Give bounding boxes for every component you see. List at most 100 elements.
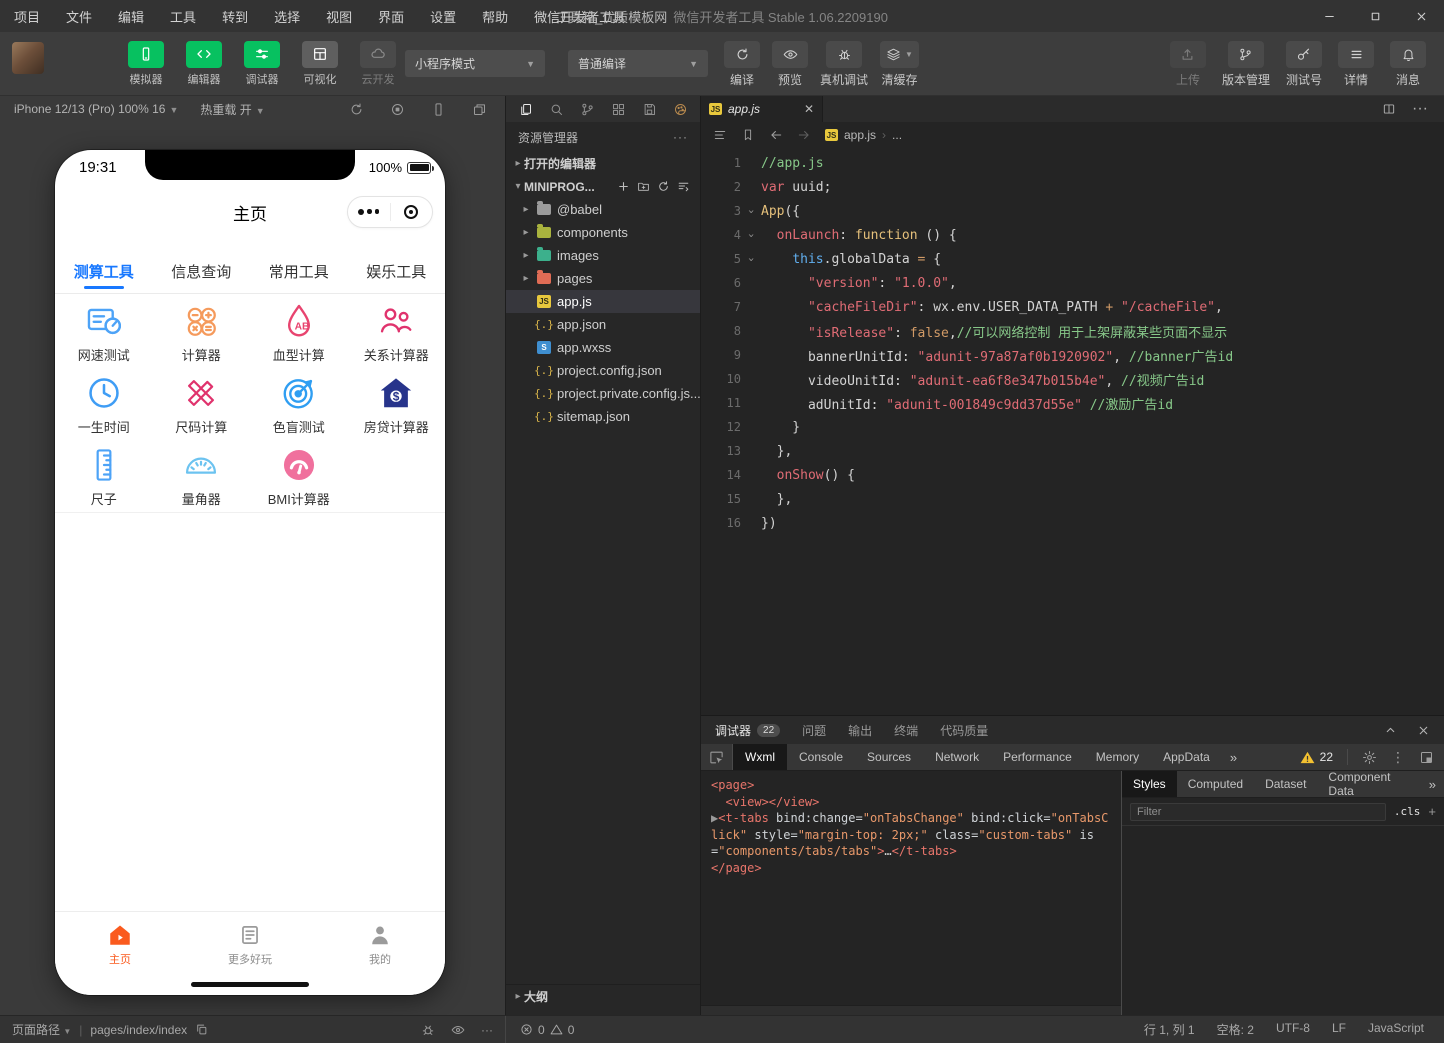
tool-item-6[interactable]: 色盲测试 (250, 370, 348, 440)
tool-item-2[interactable]: AB 血型计算 (250, 298, 348, 368)
tab-close-icon[interactable]: ✕ (804, 102, 814, 116)
rotate-icon[interactable] (349, 102, 364, 117)
compile-select-dropdown[interactable]: 普通编译▼ (568, 50, 708, 77)
toolbar-right-action-4[interactable]: 消息 (1390, 41, 1426, 88)
sim-tab-3[interactable]: 娱乐工具 (348, 250, 446, 293)
menu-item-6[interactable]: 视图 (326, 7, 352, 26)
mode-button-4[interactable]: 云开发 (354, 41, 402, 87)
sim-tab-0[interactable]: 测算工具 (55, 250, 153, 293)
close-panel-icon[interactable] (1417, 724, 1430, 737)
inspect-element-icon[interactable] (709, 750, 724, 765)
debugger-panel-tab-0[interactable]: 调试器22 (715, 722, 780, 739)
sim-tab-1[interactable]: 信息查询 (153, 250, 251, 293)
code-editor[interactable]: 1 //app.js 2 var uuid; 3 › App({ 4 › onL… (701, 151, 1444, 551)
file-row-app.wxss[interactable]: S app.wxss (506, 336, 700, 359)
devtools-tab-wxml[interactable]: Wxml (733, 744, 787, 770)
wxml-node-0[interactable]: <page> (711, 777, 1111, 794)
toolbar-right-action-0[interactable]: 上传 (1170, 41, 1206, 88)
fold-chevron-icon[interactable]: › (741, 229, 761, 242)
toolbar-right-action-1[interactable]: 版本管理 (1222, 41, 1270, 88)
debugger-panel-tab-2[interactable]: 输出 (848, 722, 872, 739)
project-section[interactable]: ▾ MINIPROG... (506, 175, 700, 198)
debugger-panel-tab-1[interactable]: 问题 (802, 722, 826, 739)
menu-item-7[interactable]: 界面 (378, 7, 404, 26)
menu-item-4[interactable]: 转到 (222, 7, 248, 26)
tool-item-4[interactable]: 一生时间 (55, 370, 153, 440)
menu-item-5[interactable]: 选择 (274, 7, 300, 26)
file-row-project.private.config.js...[interactable]: {.} project.private.config.js... (506, 382, 700, 405)
toolbar-right-action-2[interactable]: 测试号 (1286, 41, 1322, 88)
fold-chevron-icon[interactable]: › (741, 205, 761, 218)
tool-item-8[interactable]: 尺子 (55, 442, 153, 512)
devtools-tab-sources[interactable]: Sources (855, 744, 923, 770)
tabbar-item-0[interactable]: 主页 (55, 912, 185, 995)
record-icon[interactable] (390, 102, 405, 117)
styles-tab-dataset[interactable]: Dataset (1254, 771, 1317, 797)
split-editor-icon[interactable] (1382, 102, 1396, 116)
menu-item-8[interactable]: 设置 (430, 7, 456, 26)
mode-button-2[interactable]: 调试器 (238, 41, 286, 87)
maximize-button[interactable] (1352, 0, 1398, 32)
toolbar-action-1[interactable]: 预览 (772, 41, 808, 88)
cursor-position[interactable]: 行 1, 列 1 (1144, 1021, 1195, 1038)
capsule-close-button[interactable] (391, 205, 433, 219)
mode-button-1[interactable]: 编辑器 (180, 41, 228, 87)
devtools-tab-memory[interactable]: Memory (1084, 744, 1151, 770)
gear-icon[interactable] (1362, 750, 1377, 765)
tool-item-0[interactable]: 网速测试 (55, 298, 153, 368)
nav-forward-icon[interactable] (797, 128, 811, 142)
user-avatar[interactable] (12, 42, 44, 74)
tabbar-item-2[interactable]: 我的 (315, 912, 445, 995)
file-row-images[interactable]: ▸ images (506, 244, 700, 267)
collapse-all-icon[interactable] (677, 180, 690, 193)
sim-tab-2[interactable]: 常用工具 (250, 250, 348, 293)
search-icon[interactable] (549, 102, 564, 117)
tool-item-10[interactable]: BMI计算器 (250, 442, 348, 512)
multi-window-icon[interactable] (472, 102, 487, 117)
filter-input[interactable] (1130, 803, 1386, 821)
more-tabs-icon[interactable]: » (1222, 750, 1245, 765)
bug-icon[interactable] (421, 1023, 435, 1037)
menu-item-1[interactable]: 文件 (66, 7, 92, 26)
tool-item-5[interactable]: 尺码计算 (153, 370, 251, 440)
refresh-icon[interactable] (657, 180, 670, 193)
hot-reload-toggle[interactable]: 热重载 开▼ (200, 101, 264, 118)
editor-more-button[interactable]: ··· (1412, 100, 1428, 118)
eol[interactable]: LF (1332, 1021, 1346, 1038)
wxml-node-3[interactable]: </page> (711, 860, 1111, 877)
minimize-button[interactable] (1306, 0, 1352, 32)
devtools-tab-appdata[interactable]: AppData (1151, 744, 1222, 770)
phone-frame-icon[interactable] (431, 102, 446, 117)
fold-chevron-icon[interactable]: › (741, 253, 761, 266)
save-all-icon[interactable] (642, 102, 657, 117)
file-row-pages[interactable]: ▸ pages (506, 267, 700, 290)
toolbar-action-2[interactable]: 真机调试 (820, 41, 868, 88)
toolbar-action-3[interactable]: ▼ 清缓存 (880, 41, 919, 88)
language-mode[interactable]: JavaScript (1368, 1021, 1424, 1038)
new-file-icon[interactable] (617, 180, 630, 193)
cls-button[interactable]: .cls (1394, 805, 1421, 818)
mode-select-dropdown[interactable]: 小程序模式▼ (405, 50, 545, 77)
capsule-more-button[interactable] (348, 209, 390, 215)
copy-icon[interactable] (195, 1023, 208, 1036)
bookmark-icon[interactable] (741, 128, 755, 142)
tool-item-9[interactable]: 量角器 (153, 442, 251, 512)
collapse-panel-icon[interactable] (1384, 724, 1397, 737)
dock-icon[interactable] (1419, 750, 1434, 765)
encoding[interactable]: UTF-8 (1276, 1021, 1310, 1038)
file-row-@babel[interactable]: ▸ @babel (506, 198, 700, 221)
menu-item-9[interactable]: 帮助 (482, 7, 508, 26)
open-editors-section[interactable]: ▸ 打开的编辑器 (506, 152, 700, 175)
devtools-tab-console[interactable]: Console (787, 744, 855, 770)
file-row-app.json[interactable]: {.} app.json (506, 313, 700, 336)
debugger-panel-tab-4[interactable]: 代码质量 (940, 722, 988, 739)
file-row-project.config.json[interactable]: {.} project.config.json (506, 359, 700, 382)
git-branch-icon[interactable] (580, 102, 595, 117)
split-grid-icon[interactable] (611, 102, 626, 117)
add-style-icon[interactable]: + (1428, 804, 1436, 819)
file-row-components[interactable]: ▸ components (506, 221, 700, 244)
explorer-more-button[interactable]: ··· (673, 130, 688, 144)
wxml-node-1[interactable]: <view></view> (711, 794, 1111, 811)
indentation[interactable]: 空格: 2 (1217, 1021, 1254, 1038)
styles-tab-styles[interactable]: Styles (1122, 771, 1177, 797)
